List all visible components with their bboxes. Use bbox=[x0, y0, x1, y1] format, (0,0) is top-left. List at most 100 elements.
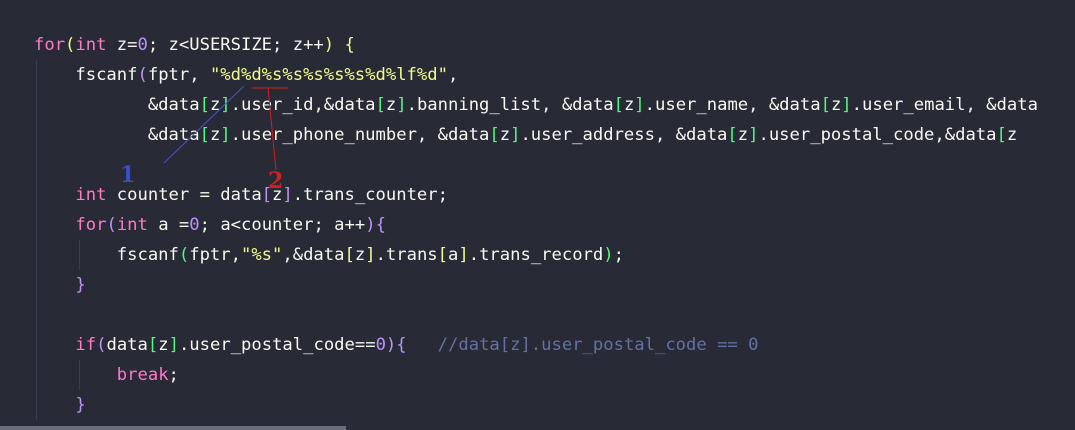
code-token: .user_phone_number, &data bbox=[230, 125, 490, 145]
code-token: z= bbox=[106, 35, 138, 55]
code-token: //data[z].user_postal_code == 0 bbox=[406, 335, 759, 355]
code-token: z bbox=[1006, 125, 1018, 145]
code-token: z bbox=[158, 335, 169, 355]
code-token: &data bbox=[34, 125, 200, 145]
code-token: break bbox=[116, 365, 169, 385]
code-token: .trans bbox=[375, 245, 438, 265]
code-token: { bbox=[334, 35, 355, 55]
code-line[interactable]: } bbox=[34, 390, 86, 420]
code-token: ( bbox=[178, 245, 190, 265]
horizontal-scrollbar[interactable] bbox=[0, 426, 346, 430]
code-token: ; a<counter; a++ bbox=[199, 215, 366, 235]
code-token: counter = data bbox=[106, 185, 262, 205]
code-token: .trans_record bbox=[468, 245, 604, 265]
code-token: ( bbox=[65, 35, 76, 55]
code-token: z bbox=[354, 245, 366, 265]
code-token: [ bbox=[199, 95, 210, 115]
code-token: a = bbox=[147, 215, 190, 235]
code-token: { bbox=[396, 335, 407, 355]
code-token: ( bbox=[96, 335, 107, 355]
code-token: z bbox=[272, 185, 283, 205]
code-line[interactable]: &data[z].user_id,&data[z].banning_list, … bbox=[34, 90, 1038, 120]
code-token: ] bbox=[396, 95, 407, 115]
code-token: fptr, bbox=[147, 65, 210, 85]
code-token: .user_postal_code,&data bbox=[758, 125, 997, 145]
code-token: [ bbox=[727, 125, 738, 145]
code-token: z bbox=[737, 125, 749, 145]
code-line[interactable]: } bbox=[34, 270, 86, 300]
code-token: [ bbox=[820, 95, 831, 115]
code-token: ] bbox=[365, 245, 376, 265]
code-token: [ bbox=[437, 245, 449, 265]
code-token: .user_address, &data bbox=[520, 125, 728, 145]
code-token: } bbox=[75, 395, 86, 415]
code-token: ; bbox=[613, 245, 624, 265]
code-token: int bbox=[75, 35, 107, 55]
code-token: fscanf bbox=[34, 245, 179, 265]
code-token: ; bbox=[168, 365, 179, 385]
code-line[interactable]: for(int a =0; a<counter; a++){ bbox=[34, 210, 386, 240]
code-token: 0 bbox=[137, 35, 148, 55]
code-token: [ bbox=[489, 125, 500, 145]
code-token: int bbox=[75, 185, 107, 205]
code-token: z bbox=[209, 125, 221, 145]
code-token: fptr, bbox=[189, 245, 241, 265]
code-token: ] bbox=[841, 95, 852, 115]
code-token: ( bbox=[106, 215, 117, 235]
code-token: ] bbox=[220, 125, 231, 145]
code-token: ( bbox=[137, 65, 148, 85]
code-token: z bbox=[385, 95, 397, 115]
code-token: [ bbox=[996, 125, 1007, 145]
code-token: [ bbox=[147, 335, 159, 355]
code-token: "%s" bbox=[240, 245, 283, 265]
code-token: ] bbox=[748, 125, 759, 145]
code-token: int bbox=[116, 215, 148, 235]
code-token: data bbox=[106, 335, 148, 355]
code-token: { bbox=[375, 215, 386, 235]
code-token: z bbox=[499, 125, 511, 145]
code-token: a bbox=[448, 245, 459, 265]
code-token: z bbox=[830, 95, 842, 115]
code-token: ) bbox=[603, 245, 614, 265]
code-token: if bbox=[75, 335, 97, 355]
code-token: .trans_counter; bbox=[292, 185, 448, 205]
code-token: ; z<USERSIZE; z++ bbox=[147, 35, 324, 55]
code-token: .user_id,&data bbox=[230, 95, 376, 115]
code-token: [ bbox=[344, 245, 355, 265]
code-token: .user_name, &data bbox=[644, 95, 821, 115]
code-line[interactable]: if(data[z].user_postal_code==0){ //data[… bbox=[34, 330, 758, 360]
code-token: , bbox=[447, 65, 459, 85]
code-line[interactable]: for(int z=0; z<USERSIZE; z++) { bbox=[34, 30, 355, 60]
code-line[interactable]: int counter = data[z].trans_counter; bbox=[34, 180, 448, 210]
code-token: for bbox=[75, 215, 107, 235]
code-editor[interactable]: for(int z=0; z<USERSIZE; z++) { fscanf(f… bbox=[0, 0, 1075, 430]
code-token: ] bbox=[634, 95, 645, 115]
code-token: } bbox=[75, 275, 86, 295]
code-token: z bbox=[209, 95, 221, 115]
code-token: ] bbox=[458, 245, 469, 265]
code-token: ] bbox=[282, 185, 293, 205]
code-token: ] bbox=[220, 95, 231, 115]
code-line[interactable]: fscanf(fptr,"%s",&data[z].trans[a].trans… bbox=[34, 240, 624, 270]
code-token: for bbox=[34, 35, 66, 55]
code-token: 0 bbox=[375, 335, 386, 355]
code-token: [ bbox=[613, 95, 624, 115]
code-line[interactable]: break; bbox=[34, 360, 179, 390]
code-token: [ bbox=[199, 125, 210, 145]
code-token: &data bbox=[34, 95, 200, 115]
code-token: .user_email, &data bbox=[851, 95, 1038, 115]
code-token: ) bbox=[365, 215, 376, 235]
code-token: ) bbox=[323, 35, 335, 55]
code-token: ,&data bbox=[282, 245, 345, 265]
code-line[interactable]: fscanf(fptr, "%d%d%s%s%s%s%s%d%lf%d", bbox=[34, 60, 458, 90]
code-token: z bbox=[623, 95, 635, 115]
code-token: ] bbox=[168, 335, 179, 355]
code-line[interactable]: &data[z].user_phone_number, &data[z].use… bbox=[34, 120, 1017, 150]
code-token: [ bbox=[261, 185, 273, 205]
